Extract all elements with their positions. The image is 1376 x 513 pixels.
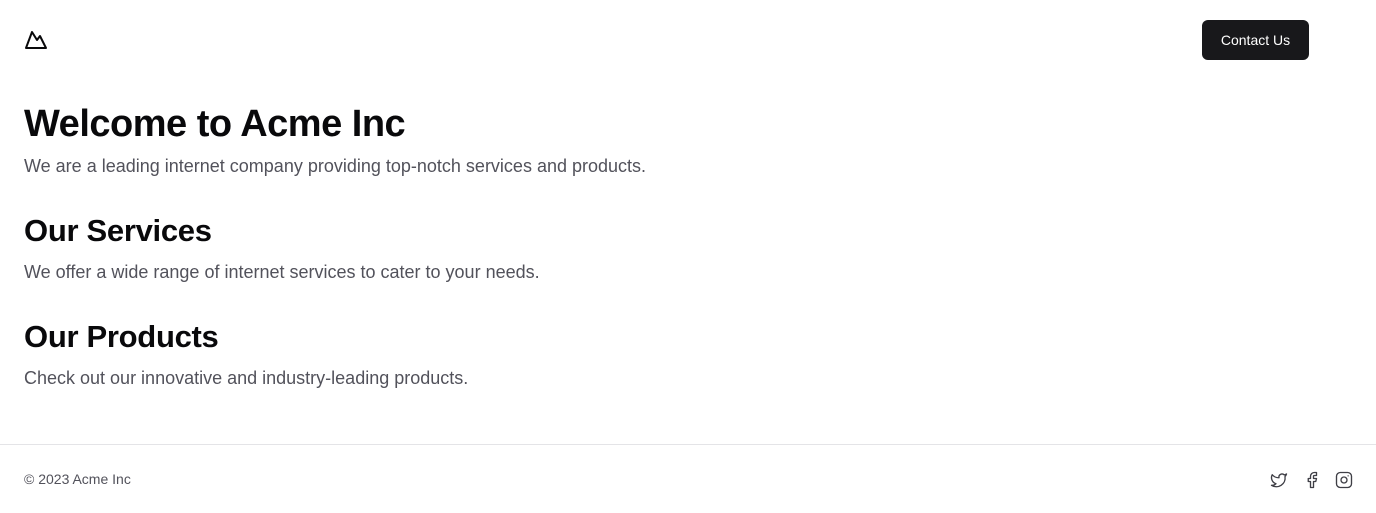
contact-us-button[interactable]: Contact Us (1202, 20, 1309, 60)
instagram-icon[interactable] (1334, 470, 1354, 490)
products-heading: Our Products (24, 319, 219, 354)
facebook-icon[interactable] (1302, 470, 1322, 490)
services-heading: Our Services (24, 213, 212, 248)
site-header: Contact Us (0, 0, 1376, 80)
mountain-logo-icon[interactable] (24, 28, 48, 52)
copyright-text: © 2023 Acme Inc (24, 471, 131, 487)
products-section: Our Products Check out our innovative an… (24, 317, 1324, 391)
page-title: Welcome to Acme Inc (24, 103, 406, 145)
twitter-icon[interactable] (1269, 470, 1289, 490)
main-content: Welcome to Acme Inc We are a leading int… (24, 100, 1324, 391)
products-description: Check out our innovative and industry-le… (24, 368, 469, 388)
services-description: We offer a wide range of internet servic… (24, 262, 540, 282)
site-footer: © 2023 Acme Inc (0, 444, 1376, 513)
services-section: Our Services We offer a wide range of in… (24, 211, 1324, 285)
page: Contact Us Welcome to Acme Inc We are a … (0, 0, 1376, 513)
hero-subtitle: We are a leading internet company provid… (24, 156, 647, 176)
